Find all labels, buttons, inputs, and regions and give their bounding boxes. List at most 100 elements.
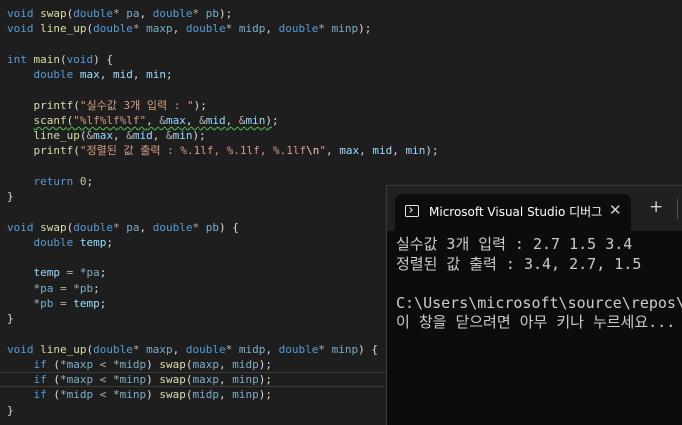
code-token: ; (166, 68, 173, 81)
code-token: pa (126, 7, 140, 20)
code-token: maxp (192, 357, 220, 371)
code-token: ( (46, 388, 60, 402)
code-token: "정렬된 값 출력 : %.1lf, %.1lf, %.1lf (79, 144, 307, 158)
code-token: , (139, 7, 153, 20)
code-token: double (152, 7, 193, 20)
code-token: pa (40, 281, 54, 295)
code-token: , (139, 220, 153, 234)
code-token: * (79, 266, 87, 280)
code-token: ); (193, 98, 207, 112)
code-token: ( (185, 388, 193, 402)
code-token: midp (119, 357, 147, 371)
new-tab-button[interactable]: + (649, 199, 663, 216)
code-line[interactable]: line_up(&max, &mid, &min); (7, 128, 682, 143)
code-token: , (219, 388, 233, 402)
code-token: ); (258, 388, 272, 402)
code-token: ) { (358, 342, 378, 356)
code-line[interactable]: printf("실수값 3개 입력 : "); (7, 98, 682, 113)
code-token: line_up (40, 22, 87, 36)
code-token: , (152, 129, 166, 142)
code-token: * (113, 357, 120, 371)
code-line[interactable] (7, 82, 682, 97)
code-token: mid (372, 144, 393, 158)
code-token: * (73, 281, 80, 295)
code-token: ) (265, 113, 272, 127)
code-token: double (278, 342, 319, 356)
code-token: if (33, 373, 47, 386)
code-token: ) (146, 373, 160, 386)
code-token: maxp (192, 373, 220, 386)
code-token: , (132, 68, 147, 81)
code-token: maxp (146, 342, 173, 356)
code-token: ( (73, 144, 80, 158)
code-token: } (7, 312, 14, 325)
debug-console-window[interactable]: Microsoft Visual Studio 디버그 ✕ + 실수값 3개 입… (386, 185, 682, 425)
code-token: ; (106, 235, 113, 249)
code-token: } (7, 190, 14, 203)
code-token: = (60, 281, 67, 295)
code-line[interactable]: printf("정렬된 값 출력 : %.1lf, %.1lf, %.1lf\n… (7, 143, 682, 158)
code-token: ( (73, 98, 80, 112)
code-token: = (60, 296, 67, 310)
code-token: \n (306, 144, 320, 158)
code-token: ); (358, 22, 372, 36)
code-token: ; (99, 296, 107, 310)
code-token: * (60, 357, 67, 371)
code-token: , (172, 342, 186, 356)
code-token: void (7, 22, 34, 36)
code-token: max (79, 68, 100, 81)
code-token: min (172, 129, 193, 142)
code-token: temp (79, 235, 107, 249)
code-token: void (7, 7, 34, 20)
code-line[interactable]: void swap(double* pa, double* pb); (7, 6, 682, 21)
code-token: , (392, 144, 406, 158)
code-line[interactable]: int main(void) { (7, 52, 682, 67)
code-token: void (7, 220, 34, 234)
code-token: pb (205, 220, 219, 234)
code-token: pb (205, 7, 219, 20)
code-token: * (318, 22, 325, 36)
code-token: ); (258, 373, 272, 386)
code-token: * (113, 7, 120, 20)
close-tab-icon[interactable]: ✕ (609, 201, 622, 219)
code-token: double (33, 68, 74, 81)
code-token: * (113, 220, 120, 234)
code-token: , (265, 342, 279, 356)
code-token: double (93, 22, 133, 36)
code-line[interactable] (7, 37, 682, 52)
code-token: pb (79, 281, 94, 295)
code-token: & (165, 129, 173, 142)
console-line: C:\Users\microsoft\source\repos\ (396, 293, 682, 312)
code-token: temp (73, 296, 100, 310)
code-line[interactable]: void line_up(double* maxp, double* midp,… (7, 21, 682, 36)
code-token: temp (33, 266, 61, 280)
code-token: "실수값 3개 입력 : " (79, 98, 194, 112)
code-token: double (33, 235, 74, 249)
code-token: double (73, 7, 113, 20)
code-token: & (199, 113, 206, 127)
code-line[interactable] (7, 159, 682, 174)
code-token: ( (46, 357, 60, 371)
code-token: max (339, 144, 360, 158)
code-line[interactable]: double max, mid, min; (7, 67, 682, 82)
tab-dropdown-button[interactable] (677, 199, 682, 219)
console-tab[interactable]: Microsoft Visual Studio 디버그 ✕ (395, 194, 631, 231)
code-line[interactable]: scanf("%lf%lf%lf", &max, &mid, &min); (7, 113, 682, 128)
